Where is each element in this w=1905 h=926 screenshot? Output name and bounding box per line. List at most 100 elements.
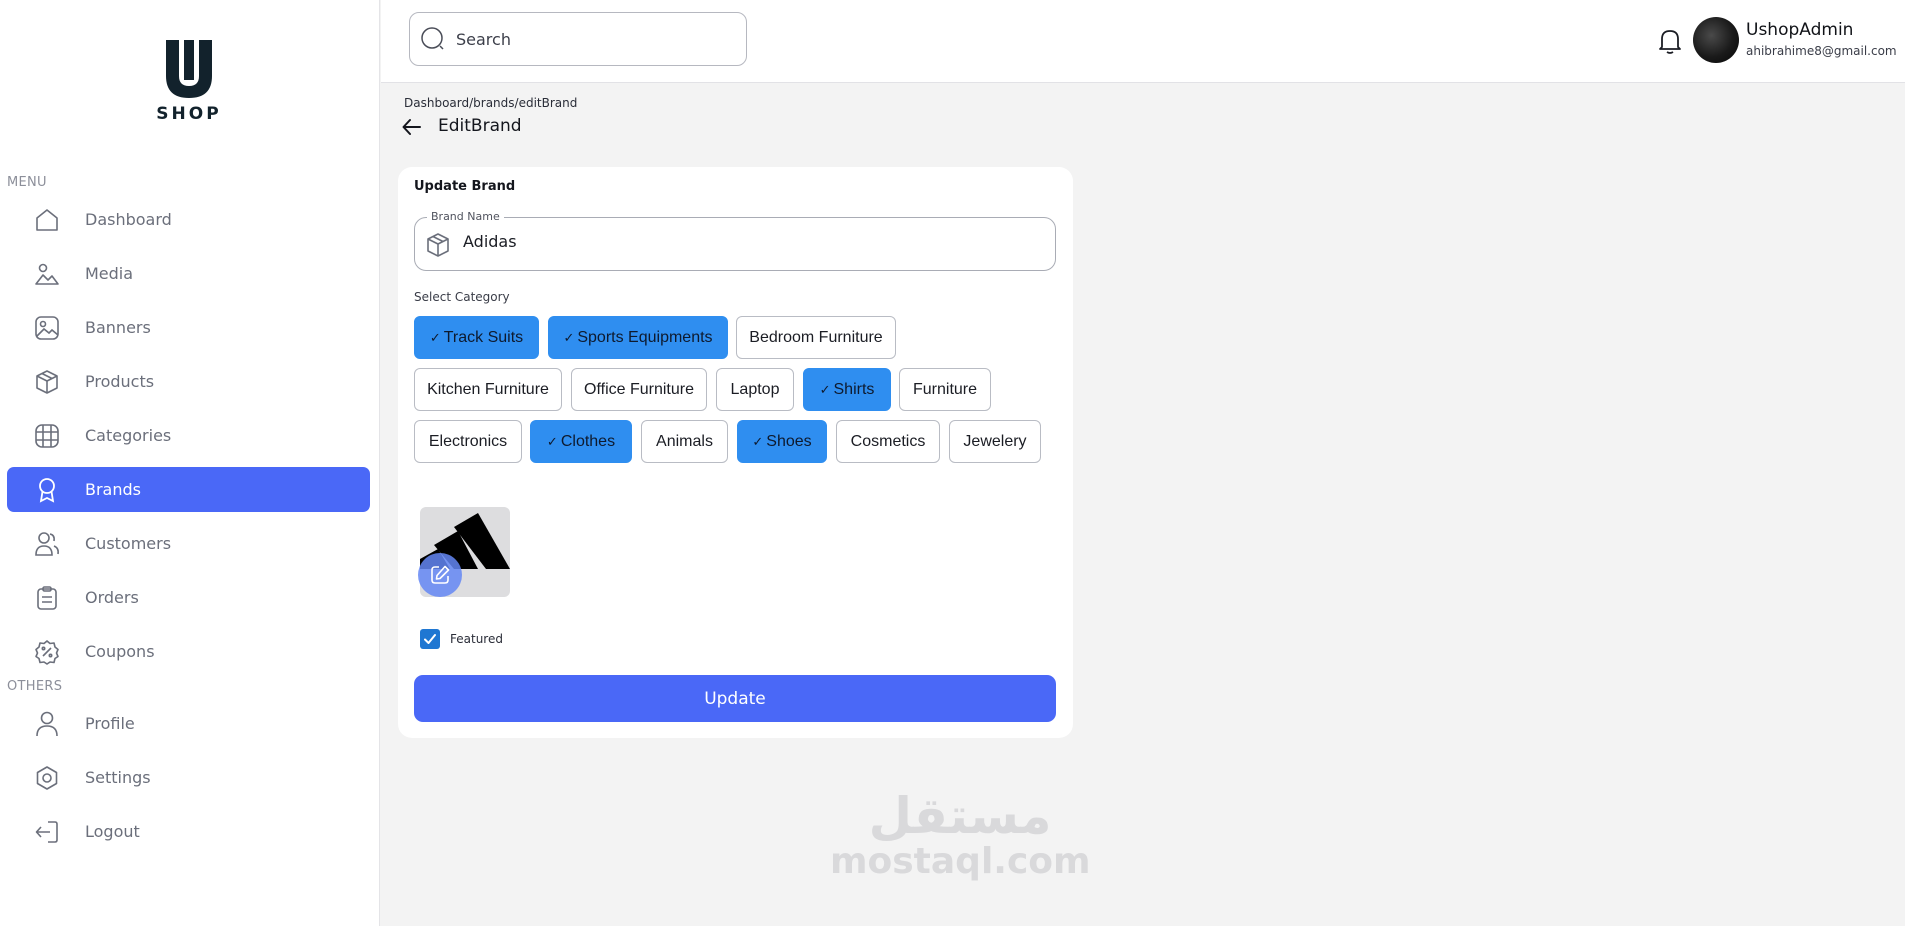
check-icon: ✓ xyxy=(563,329,575,345)
page-title: EditBrand xyxy=(438,116,522,136)
sidebar-item-label: Logout xyxy=(85,822,140,841)
sidebar-item-brands[interactable]: Brands xyxy=(7,467,370,512)
category-chip[interactable]: ✓ Sports Equipments xyxy=(548,316,728,359)
sidebar-item-label: Dashboard xyxy=(85,210,172,229)
sidebar-item-products[interactable]: Products xyxy=(7,359,370,404)
category-chip[interactable]: Jewelery xyxy=(949,420,1041,463)
category-chip[interactable]: ✓ Track Suits xyxy=(414,316,539,359)
category-chip-label: Laptop xyxy=(730,380,780,398)
featured-checkbox[interactable] xyxy=(420,629,440,649)
edit-image-button[interactable] xyxy=(418,553,462,597)
brand-name-field[interactable]: Brand Name xyxy=(414,210,1056,271)
sidebar-item-label: Profile xyxy=(85,714,135,733)
featured-label: Featured xyxy=(450,632,503,646)
sidebar-item-label: Settings xyxy=(85,768,151,787)
sidebar-item-orders[interactable]: Orders xyxy=(7,575,370,620)
box-icon xyxy=(33,368,61,396)
category-chip-label: Jewelery xyxy=(963,432,1027,450)
back-arrow-icon[interactable] xyxy=(401,116,423,138)
avatar[interactable] xyxy=(1693,17,1739,63)
category-chip[interactable]: Bedroom Furniture xyxy=(736,316,896,359)
category-chip[interactable]: Furniture xyxy=(899,368,991,411)
sidebar-item-label: Banners xyxy=(85,318,151,337)
sidebar-item-label: Media xyxy=(85,264,134,283)
bell-icon[interactable] xyxy=(1657,27,1683,55)
logo-text: SHOP xyxy=(156,104,222,124)
chips-scroll-fade xyxy=(414,465,1064,481)
category-chip-label: Sports Equipments xyxy=(577,328,713,346)
check-icon: ✓ xyxy=(546,433,558,449)
category-chip[interactable]: Cosmetics xyxy=(836,420,940,463)
check-icon: ✓ xyxy=(819,381,831,397)
category-chip-label: Cosmetics xyxy=(850,432,926,450)
brand-name-input[interactable] xyxy=(463,232,1023,251)
brand-name-label: Brand Name xyxy=(427,210,504,223)
edit-icon xyxy=(431,565,450,584)
sidebar-item-categories[interactable]: Categories xyxy=(7,413,370,458)
category-chip[interactable]: Office Furniture xyxy=(571,368,707,411)
logout-icon xyxy=(33,818,61,846)
category-chip-label: Bedroom Furniture xyxy=(749,328,883,346)
box-icon xyxy=(425,232,451,258)
category-chip-label: Shoes xyxy=(766,432,812,450)
sidebar-item-coupons[interactable]: Coupons xyxy=(7,629,370,674)
sidebar: SHOP MENU Dashboard Media Banners Produc… xyxy=(0,0,380,926)
user-icon xyxy=(33,710,61,738)
search-box[interactable] xyxy=(409,12,747,66)
logo-u-icon xyxy=(166,40,212,98)
discount-icon xyxy=(33,638,61,666)
category-chip[interactable]: Electronics xyxy=(414,420,522,463)
category-chip[interactable]: ✓ Shirts xyxy=(803,368,891,411)
category-chip-label: Track Suits xyxy=(443,328,524,346)
user-email: ahibrahime8@gmail.com xyxy=(1746,44,1897,58)
others-section-label: OTHERS xyxy=(7,679,63,694)
users-icon xyxy=(33,530,61,558)
search-input[interactable] xyxy=(456,29,726,49)
sidebar-item-logout[interactable]: Logout xyxy=(7,809,370,854)
brand-logo[interactable]: SHOP xyxy=(150,38,228,124)
sidebar-item-label: Customers xyxy=(85,534,172,553)
award-icon xyxy=(33,476,61,504)
sidebar-item-banners[interactable]: Banners xyxy=(7,305,370,350)
watermark: مستقل mostaql.com xyxy=(830,790,1091,882)
select-category-label: Select Category xyxy=(414,290,510,304)
sidebar-item-media[interactable]: Media xyxy=(7,251,370,296)
globe-icon xyxy=(33,422,61,450)
sidebar-item-profile[interactable]: Profile xyxy=(7,701,370,746)
sidebar-item-label: Products xyxy=(85,372,155,391)
category-chip[interactable]: Laptop xyxy=(716,368,794,411)
category-chip[interactable]: ✓ Clothes xyxy=(530,420,632,463)
sidebar-item-label: Coupons xyxy=(85,642,155,661)
clipboard-icon xyxy=(33,584,61,612)
check-icon: ✓ xyxy=(752,433,764,449)
menu-section-label: MENU xyxy=(7,175,47,190)
sidebar-item-settings[interactable]: Settings xyxy=(7,755,370,800)
featured-toggle[interactable]: Featured xyxy=(420,629,503,649)
check-icon xyxy=(424,634,436,644)
update-brand-card: Update Brand Brand Name Select Category … xyxy=(398,167,1073,738)
image-icon xyxy=(33,314,61,342)
check-icon: ✓ xyxy=(429,329,441,345)
category-chip-label: Shirts xyxy=(833,380,875,398)
category-chip-label: Clothes xyxy=(560,432,616,450)
category-chip-label: Animals xyxy=(656,432,713,450)
sidebar-item-customers[interactable]: Customers xyxy=(7,521,370,566)
category-chip[interactable]: Kitchen Furniture xyxy=(414,368,562,411)
category-chip[interactable]: Animals xyxy=(641,420,728,463)
watermark-latin: mostaql.com xyxy=(830,841,1091,882)
category-chip-label: Office Furniture xyxy=(584,380,694,398)
user-name: UshopAdmin xyxy=(1746,20,1854,40)
card-title: Update Brand xyxy=(414,179,516,194)
home-icon xyxy=(33,206,61,234)
gear-icon xyxy=(33,764,61,792)
category-chip[interactable]: ✓ Shoes xyxy=(737,420,827,463)
sidebar-item-dashboard[interactable]: Dashboard xyxy=(7,197,370,242)
media-icon xyxy=(33,260,61,288)
sidebar-item-label: Brands xyxy=(85,480,141,499)
category-chip-group: ✓ Track Suits ✓ Sports Equipments Bedroom Fu… xyxy=(414,316,1064,481)
update-button[interactable]: Update xyxy=(414,675,1056,722)
sidebar-item-label: Orders xyxy=(85,588,139,607)
category-chip-label: Electronics xyxy=(428,432,508,450)
sidebar-item-label: Categories xyxy=(85,426,172,445)
category-chip-label: Furniture xyxy=(912,380,978,398)
